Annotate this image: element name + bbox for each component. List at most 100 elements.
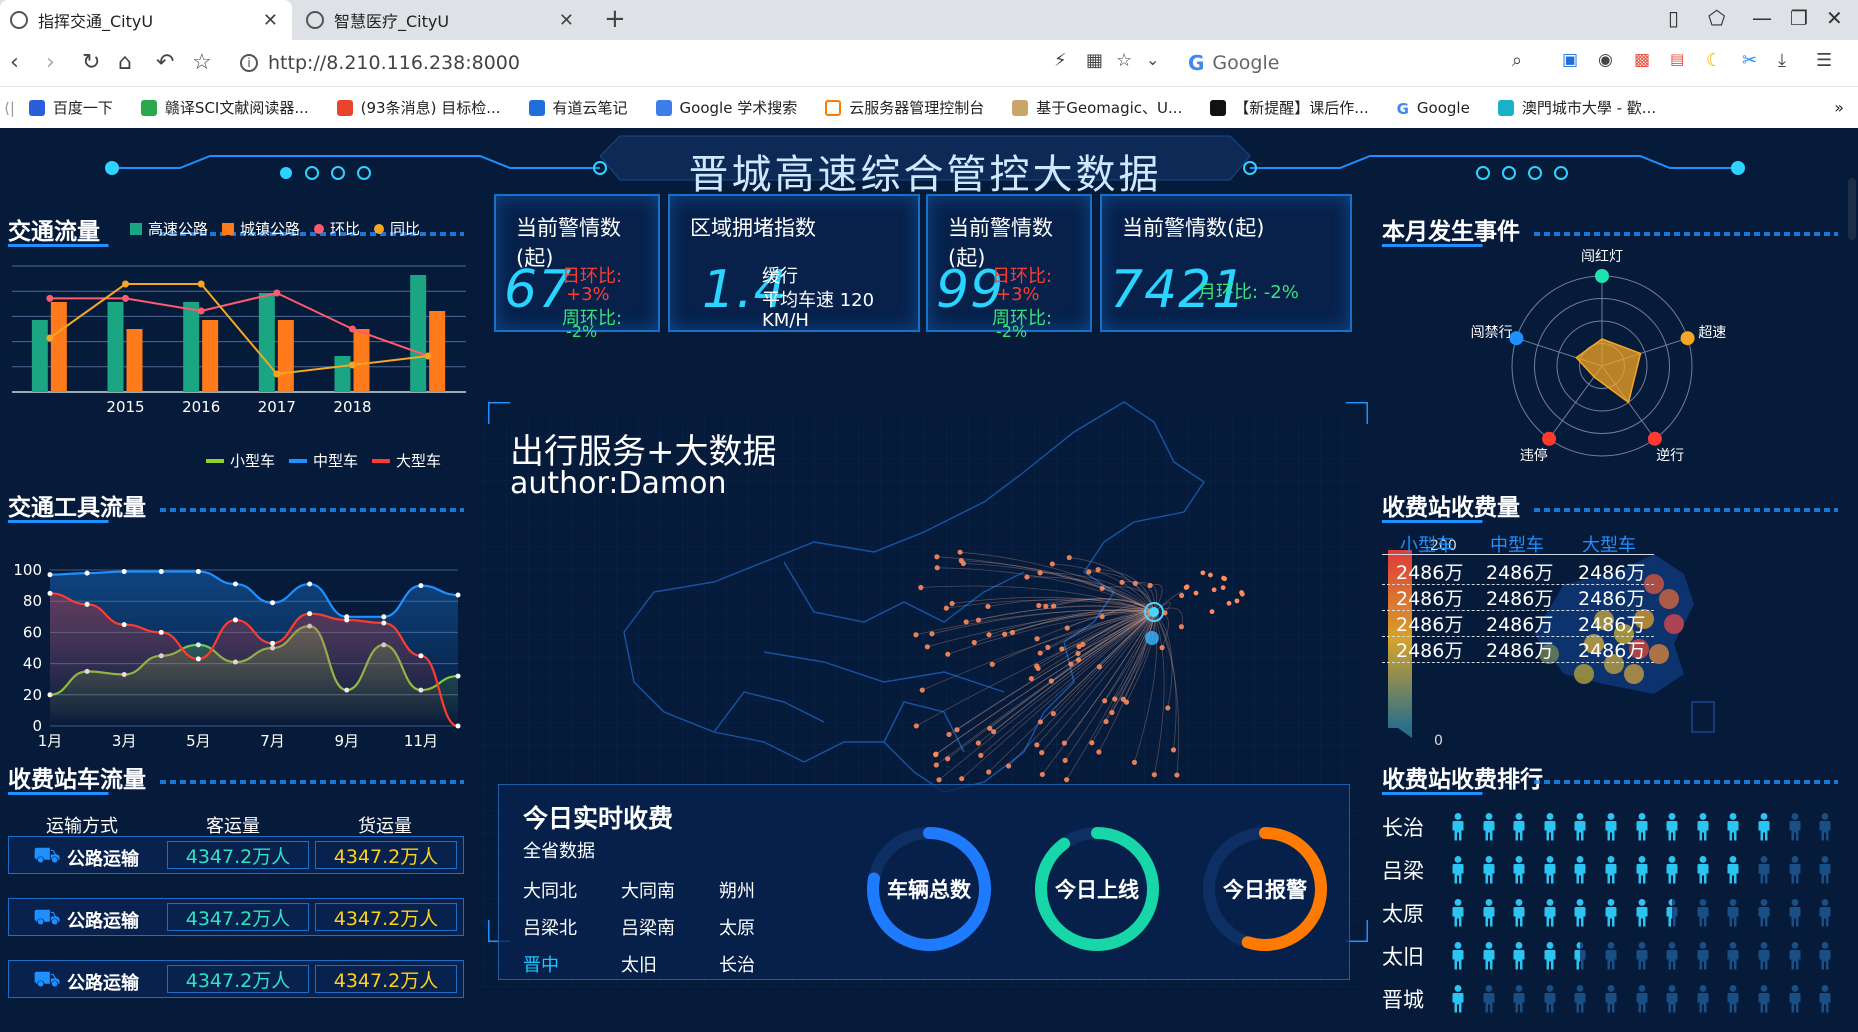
restore-icon[interactable]: ❐ [1790, 6, 1808, 30]
bookmark-item[interactable]: 云服务器管理控制台 [825, 97, 984, 118]
close-window-icon[interactable]: ✕ [1826, 6, 1843, 30]
person-icon [1697, 856, 1709, 884]
lightning-icon[interactable]: ⚡ [1054, 50, 1067, 71]
pdf-icon[interactable]: ▤ [1670, 50, 1684, 68]
city-name[interactable]: 吕梁北 [523, 914, 577, 940]
alarm-card-1[interactable]: 当前警情数(起) 67 日环比: +3% 周环比: -2% [494, 194, 660, 341]
city-dot [1045, 644, 1051, 650]
truck-icon: ⛟ [33, 843, 61, 868]
section-underline [8, 792, 464, 795]
download-icon[interactable]: ⤓ [1778, 50, 1786, 71]
person-glyph [1819, 942, 1831, 970]
back-icon[interactable]: ‹ [10, 50, 19, 75]
col-header-passenger: 客运量 [206, 816, 260, 837]
bookmark-item[interactable]: 有道云笔记 [528, 97, 628, 118]
search-icon[interactable]: ⌕ [1512, 50, 1522, 71]
mask-icon[interactable]: ◉ [1598, 50, 1613, 70]
city-name[interactable]: 晋中 [523, 951, 559, 977]
person-glyph [1483, 985, 1495, 1013]
city-name[interactable]: 朔州 [719, 877, 755, 903]
station-flow-row[interactable]: ⛟ 公路运输 4347.2万人 4347.2万人 [8, 836, 464, 874]
translate-icon[interactable]: ▣ [1562, 50, 1578, 70]
alarm-card-3[interactable]: 当前警情数(起) 7421 月环比: -2% [1100, 194, 1352, 332]
person-filled [1544, 856, 1556, 884]
fee-cell: 2486万 [1396, 562, 1464, 584]
close-icon[interactable]: ✕ [559, 10, 574, 31]
city-name[interactable]: 太原 [719, 914, 755, 940]
person-filled [1544, 813, 1556, 841]
legend-item[interactable]: 高速公路 [130, 218, 208, 239]
reading-mode-icon[interactable]: ▯ [1668, 6, 1679, 30]
new-tab-icon[interactable]: + [604, 4, 626, 34]
legend-item[interactable]: 中型车 [289, 450, 358, 471]
close-icon[interactable]: ✕ [263, 10, 278, 31]
bookmark-item[interactable]: 基于Geomagic、U... [1012, 97, 1182, 118]
x-tick-label: 2016 [182, 398, 220, 416]
city-name[interactable]: 吕梁南 [621, 914, 675, 940]
legend-item[interactable]: 大型车 [372, 450, 441, 471]
card-unit: KM/H [762, 310, 809, 331]
row-cargo: 4347.2万人 [315, 903, 457, 931]
bookmark-item[interactable]: 赣译SCI文献阅读器... [140, 97, 309, 118]
station-flow-row[interactable]: ⛟ 公路运输 4347.2万人 4347.2万人 [8, 960, 464, 998]
home-icon[interactable]: ⌂ [118, 50, 132, 75]
apps-icon[interactable]: ▩ [1634, 50, 1650, 70]
star-icon[interactable]: ☆ [192, 50, 212, 75]
person-glyph [1636, 942, 1648, 970]
reload-icon[interactable]: ↻ [82, 50, 100, 75]
x-tick-label: 7月 [260, 732, 285, 750]
scrollbar-thumb[interactable] [1848, 178, 1856, 240]
city-name[interactable]: 大同北 [523, 877, 577, 903]
city-dot [934, 554, 940, 560]
city-name[interactable]: 太旧 [621, 951, 657, 977]
info-icon[interactable]: i [240, 54, 258, 72]
search-box[interactable]: G Google [1188, 46, 1528, 80]
section-underline [1382, 520, 1838, 523]
city-dot [1050, 711, 1056, 717]
minimize-icon[interactable]: — [1752, 6, 1772, 30]
scissors-icon[interactable]: ✂ [1742, 50, 1757, 71]
radar-point [1595, 269, 1609, 283]
legend-item[interactable]: 城镇公路 [222, 218, 300, 239]
moon-icon[interactable]: ☾ [1706, 50, 1722, 71]
undo-icon[interactable]: ↶ [156, 50, 174, 75]
station-flow-row[interactable]: ⛟ 公路运输 4347.2万人 4347.2万人 [8, 898, 464, 936]
legend-item[interactable]: 小型车 [206, 450, 275, 471]
menu-icon[interactable]: ☰ [1816, 50, 1832, 71]
bookmark-item[interactable]: 百度一下 [28, 97, 113, 118]
grid-icon[interactable]: ▦ [1086, 50, 1103, 71]
bar [126, 329, 143, 392]
tab-medical[interactable]: 智慧医疗_CityU ✕ [296, 0, 588, 40]
city-dot [924, 644, 930, 650]
bookmark-star-icon[interactable]: ☆ [1116, 50, 1132, 71]
person-glyph [1636, 899, 1648, 927]
person-glyph [1544, 942, 1556, 970]
person-glyph [1636, 856, 1648, 884]
alarm-card-2[interactable]: 当前警情数(起) 99 日环比: +3% 周环比: -2% [926, 194, 1092, 341]
city-dot [1089, 740, 1095, 746]
bookmark-item[interactable]: 【新提醒】课后作... [1210, 97, 1369, 118]
city-name[interactable]: 长治 [719, 951, 755, 977]
bookmarks-more-icon[interactable]: » [1834, 98, 1844, 117]
bookmark-item[interactable]: 澳門城市大學 - 歡... [1497, 97, 1656, 118]
forward-icon[interactable]: › [46, 50, 55, 75]
legend-item[interactable]: 环比 [314, 218, 360, 239]
address-bar[interactable]: i http://8.210.116.238:8000 [240, 46, 1160, 80]
person-glyph [1544, 899, 1556, 927]
person-glyph [1727, 942, 1739, 970]
legend-item[interactable]: 同比 [374, 218, 420, 239]
person-icon [1452, 899, 1464, 927]
tab-traffic[interactable]: 指挥交通_CityU ✕ [0, 0, 292, 40]
congestion-card[interactable]: 区域拥堵指数 1.4 缓行 平均车速 120 KM/H [668, 194, 920, 332]
city-name[interactable]: 大同南 [621, 877, 675, 903]
bookmark-item[interactable]: (93条消息) 目标检... [336, 97, 501, 118]
bookmark-item[interactable]: G Google [1397, 99, 1470, 118]
rank-station-name: 晋城 [1382, 988, 1424, 1012]
bar [429, 311, 446, 392]
person-glyph [1789, 985, 1801, 1013]
chevron-down-icon[interactable]: ⌄ [1146, 50, 1159, 69]
bookmark-collapse-icon[interactable]: ⟨| [4, 99, 15, 117]
pin-icon[interactable]: ⬠ [1708, 6, 1725, 30]
bookmark-item[interactable]: Google 学术搜索 [655, 97, 797, 118]
person-icon [1544, 942, 1556, 970]
